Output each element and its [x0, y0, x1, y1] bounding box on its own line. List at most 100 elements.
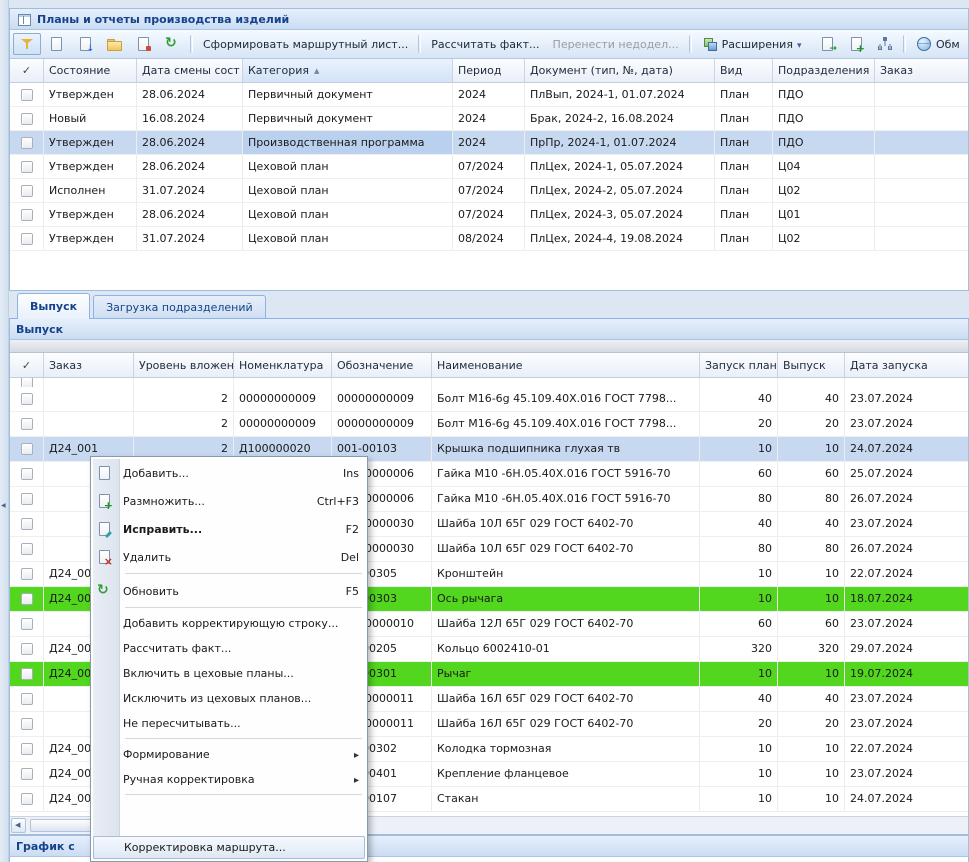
toolbar-button[interactable] — [13, 33, 41, 55]
row-checkbox[interactable] — [21, 768, 33, 780]
toolbar-button[interactable] — [871, 33, 899, 55]
row-checkbox[interactable] — [21, 668, 33, 680]
scroll-left-icon[interactable] — [11, 818, 26, 833]
row-checkbox[interactable] — [21, 793, 33, 805]
row-checkbox[interactable] — [21, 543, 33, 555]
menu-item-icon — [96, 521, 112, 537]
row-checkbox[interactable] — [21, 468, 33, 480]
column-header[interactable]: Вид — [715, 59, 773, 82]
row-checkbox[interactable] — [21, 593, 33, 605]
row-checkbox[interactable] — [21, 618, 33, 630]
column-header[interactable]: Категория — [243, 59, 453, 82]
release-grid-row[interactable] — [10, 378, 968, 387]
row-checkbox[interactable] — [21, 743, 33, 755]
plans-grid-row[interactable]: Утвержден 28.06.2024 Производственная пр… — [10, 131, 968, 155]
menu-item[interactable]: Исключить из цеховых планов... — [93, 686, 365, 711]
column-header-label: Заказ — [49, 359, 82, 372]
column-header[interactable]: Период — [453, 59, 525, 82]
toolbar-button[interactable] — [813, 33, 841, 55]
toolbar-button[interactable]: Рассчитать факт... — [425, 33, 545, 55]
menu-item[interactable]: Не пересчитывать... — [93, 711, 365, 736]
column-header[interactable]: Заказ — [875, 59, 968, 82]
cell-release: 20 — [778, 712, 845, 736]
row-checkbox[interactable] — [21, 393, 33, 405]
menu-item[interactable]: Добавить корректирующую строку... — [93, 611, 365, 636]
column-header[interactable]: Дата смены сост — [137, 59, 243, 82]
cell-launch-plan: 40 — [700, 512, 778, 536]
column-header[interactable]: Дата запуска — [845, 353, 968, 377]
left-splitter[interactable] — [0, 0, 9, 862]
release-grid-row[interactable]: 2 00000000009 00000000009 Болт М16-6g 45… — [10, 412, 968, 437]
column-header[interactable]: Запуск план — [700, 353, 778, 377]
cell-category: Цеховой план — [243, 155, 453, 178]
cell-launch-plan: 20 — [700, 412, 778, 436]
toolbar-button[interactable] — [100, 33, 128, 55]
toolbar-button[interactable] — [71, 33, 99, 55]
row-checkbox[interactable] — [21, 209, 33, 221]
menu-item[interactable]: Исправить... F2 — [93, 515, 365, 543]
menu-item[interactable]: Включить в цеховые планы... — [93, 661, 365, 686]
row-checkbox[interactable] — [21, 443, 33, 455]
row-checkbox[interactable] — [21, 113, 33, 125]
menu-item[interactable]: Обновить F5 — [93, 577, 365, 605]
column-header[interactable]: Выпуск — [778, 353, 845, 377]
row-checkbox[interactable] — [21, 418, 33, 430]
column-header[interactable]: ✓ — [10, 59, 44, 82]
plans-grid-row[interactable]: Утвержден 31.07.2024 Цеховой план 08/202… — [10, 227, 968, 251]
toolbar-button[interactable] — [842, 33, 870, 55]
column-header[interactable]: Заказ — [44, 353, 134, 377]
collapse-left-icon[interactable] — [1, 502, 6, 509]
toolbar-button[interactable]: Расширения — [696, 33, 812, 55]
column-header[interactable]: ✓ — [10, 353, 44, 377]
menu-item[interactable]: Корректировка маршрута... — [93, 836, 365, 859]
app-window: { "colors": { "window_bg": "#dde7f3", "a… — [0, 0, 969, 862]
menu-item[interactable]: Формирование — [93, 742, 365, 767]
column-header[interactable]: Подразделения — [773, 59, 875, 82]
row-checkbox[interactable] — [21, 693, 33, 705]
plans-grid-row[interactable]: Утвержден 28.06.2024 Первичный документ … — [10, 83, 968, 107]
toolbar-button[interactable]: Сформировать маршрутный лист... — [197, 33, 414, 55]
column-header[interactable]: Документ (тип, №, дата) — [525, 59, 715, 82]
toolbar-button[interactable] — [158, 33, 186, 55]
menu-item[interactable]: Удалить Del — [93, 543, 365, 571]
cell-release: 10 — [778, 587, 845, 611]
toolbar-button[interactable] — [129, 33, 157, 55]
column-header[interactable]: Номенклатура — [234, 353, 332, 377]
row-checkbox[interactable] — [21, 493, 33, 505]
column-header[interactable]: Уровень вложен — [134, 353, 234, 377]
column-header-label: Заказ — [880, 64, 913, 77]
row-checkbox[interactable] — [21, 137, 33, 149]
row-checkbox[interactable] — [21, 233, 33, 245]
cell-state: Утвержден — [44, 227, 137, 250]
column-header[interactable]: Состояние — [44, 59, 137, 82]
release-grid-row[interactable]: 2 00000000009 00000000009 Болт М16-6g 45… — [10, 387, 968, 412]
row-checkbox[interactable] — [21, 718, 33, 730]
menu-item[interactable]: Ручная корректировка — [93, 767, 365, 792]
tab[interactable]: Загрузка подразделений — [93, 295, 266, 318]
cell-name: Ось рычага — [432, 587, 700, 611]
row-checkbox[interactable] — [21, 89, 33, 101]
menu-item[interactable]: Размножить... Ctrl+F3 — [93, 487, 365, 515]
menu-item[interactable]: Добавить... Ins — [93, 459, 365, 487]
row-checkbox[interactable] — [21, 568, 33, 580]
plans-grid-row[interactable]: Утвержден 28.06.2024 Цеховой план 07/202… — [10, 203, 968, 227]
cell-launch-date: 29.07.2024 — [845, 637, 968, 661]
plans-grid-row[interactable]: Утвержден 28.06.2024 Цеховой план 07/202… — [10, 155, 968, 179]
tab[interactable]: Выпуск — [17, 293, 90, 319]
toolbar-button[interactable] — [42, 33, 70, 55]
column-header[interactable]: Наименование — [432, 353, 700, 377]
row-checkbox[interactable] — [21, 161, 33, 173]
plans-grid-row[interactable]: Исполнен 31.07.2024 Цеховой план 07/2024… — [10, 179, 968, 203]
cell-release: 20 — [778, 412, 845, 436]
cell-order — [875, 179, 968, 202]
row-checkbox[interactable] — [21, 185, 33, 197]
toolbar-button[interactable]: Обм — [910, 33, 966, 55]
row-checkbox[interactable] — [21, 378, 33, 387]
menu-item[interactable]: Рассчитать факт... — [93, 636, 365, 661]
row-checkbox[interactable] — [21, 518, 33, 530]
tab-label: Выпуск — [30, 300, 77, 313]
plans-grid-row[interactable]: Новый 16.08.2024 Первичный документ 2024… — [10, 107, 968, 131]
row-checkbox[interactable] — [21, 643, 33, 655]
cell-document: ПлВып, 2024-1, 01.07.2024 — [525, 83, 715, 106]
column-header[interactable]: Обозначение — [332, 353, 432, 377]
